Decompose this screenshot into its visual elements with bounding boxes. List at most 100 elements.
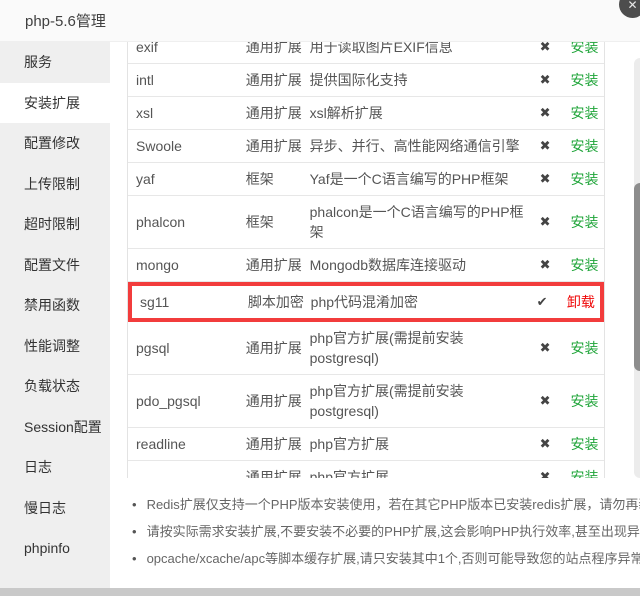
extension-type: 通用扩展 xyxy=(246,249,310,281)
extension-type: 通用扩展 xyxy=(246,428,310,460)
extension-description: Mongodb数据库连接驱动 xyxy=(310,249,526,281)
sidebar-item-log[interactable]: 日志 xyxy=(0,447,110,488)
table-row: yaf 框架 Yaf是一个C语言编写的PHP框架 ✖ 安装 xyxy=(128,163,604,196)
bullet-icon: • xyxy=(132,518,137,545)
extension-name: yaf xyxy=(128,163,246,195)
extension-description: Yaf是一个C语言编写的PHP框架 xyxy=(310,163,526,195)
extension-name: readline xyxy=(128,428,246,460)
sidebar-item-label: 服务 xyxy=(24,52,52,72)
note-text: 请按实际需求安装扩展,不要安装不必要的PHP扩展,这会影响PHP执行效率,甚至出… xyxy=(147,518,640,545)
sidebar-item-config-file[interactable]: 配置文件 xyxy=(0,245,110,286)
extension-description: 提供国际化支持 xyxy=(310,64,526,96)
not-installed-cross-icon: ✖ xyxy=(540,42,551,54)
extension-type: 脚本加密 xyxy=(248,286,311,318)
not-installed-cross-icon: ✖ xyxy=(540,257,551,272)
table-row: exif 通用扩展 用于读取图片EXIF信息 ✖ 安装 xyxy=(128,42,604,64)
close-icon: ✕ xyxy=(627,0,637,12)
sidebar: 服务 安装扩展 配置修改 上传限制 超时限制 配置文件 禁用函数 性能调整 负载… xyxy=(0,42,110,588)
sidebar-item-label: 安装扩展 xyxy=(24,93,80,113)
table-row: Swoole 通用扩展 异步、并行、高性能网络通信引擎 ✖ 安装 xyxy=(128,130,604,163)
dialog-header: php-5.6管理 xyxy=(0,0,640,42)
sidebar-item-label: 上传限制 xyxy=(24,174,80,194)
uninstall-button[interactable]: 卸载 xyxy=(567,294,595,310)
extension-name: mongo xyxy=(128,249,246,281)
table-row: pdo_pgsql 通用扩展 php官方扩展(需提前安装postgresql) … xyxy=(128,375,604,428)
sidebar-item-label: 配置修改 xyxy=(24,133,80,153)
extension-type: 通用扩展 xyxy=(246,130,310,162)
extension-description: 异步、并行、高性能网络通信引擎 xyxy=(310,130,526,162)
extension-name: Swoole xyxy=(128,130,246,162)
sidebar-item-slow-log[interactable]: 慢日志 xyxy=(0,488,110,529)
extension-description: xsl解析扩展 xyxy=(310,97,526,129)
sidebar-item-session-config[interactable]: Session配置 xyxy=(0,407,110,448)
extension-name: exif xyxy=(128,42,246,63)
sidebar-item-upload-limit[interactable]: 上传限制 xyxy=(0,164,110,205)
table-row: pgsql 通用扩展 php官方扩展(需提前安装postgresql) ✖ 安装 xyxy=(128,322,604,375)
installed-check-icon: ✔ xyxy=(537,294,548,309)
sidebar-item-performance-tuning[interactable]: 性能调整 xyxy=(0,326,110,367)
install-button[interactable]: 安装 xyxy=(571,171,599,187)
sidebar-item-label: Session配置 xyxy=(24,417,102,437)
notes-list: • Redis扩展仅支持一个PHP版本安装使用，若在其它PHP版本已安装redi… xyxy=(132,491,640,572)
sidebar-item-service[interactable]: 服务 xyxy=(0,42,110,83)
sidebar-item-phpinfo[interactable]: phpinfo xyxy=(0,528,110,569)
extension-name: pdo_pgsql xyxy=(128,385,246,417)
install-button[interactable]: 安装 xyxy=(571,42,599,55)
table-row: mongo 通用扩展 Mongodb数据库连接驱动 ✖ 安装 xyxy=(128,249,604,282)
dialog-body: 服务 安装扩展 配置修改 上传限制 超时限制 配置文件 禁用函数 性能调整 负载… xyxy=(0,42,640,588)
sidebar-item-label: 超时限制 xyxy=(24,214,80,234)
extension-description: php官方扩展 xyxy=(310,461,526,478)
install-button[interactable]: 安装 xyxy=(571,72,599,88)
sidebar-item-install-extensions[interactable]: 安装扩展 xyxy=(0,83,110,124)
extension-description: php官方扩展 xyxy=(310,428,526,460)
extension-type: 通用扩展 xyxy=(246,332,310,364)
not-installed-cross-icon: ✖ xyxy=(540,72,551,87)
sidebar-item-load-status[interactable]: 负载状态 xyxy=(0,366,110,407)
not-installed-cross-icon: ✖ xyxy=(540,436,551,451)
content-area: exif 通用扩展 用于读取图片EXIF信息 ✖ 安装 intl 通用扩展 提供… xyxy=(110,42,640,588)
install-button[interactable]: 安装 xyxy=(571,138,599,154)
install-button[interactable]: 安装 xyxy=(571,436,599,452)
note-text: opcache/xcache/apc等脚本缓存扩展,请只安装其中1个,否则可能导… xyxy=(147,545,640,572)
extension-description: 用于读取图片EXIF信息 xyxy=(310,42,526,63)
table-row: xsl 通用扩展 xsl解析扩展 ✖ 安装 xyxy=(128,97,604,130)
install-button[interactable]: 安装 xyxy=(571,340,599,356)
install-button[interactable]: 安装 xyxy=(571,105,599,121)
not-installed-cross-icon: ✖ xyxy=(540,469,551,478)
sidebar-item-label: phpinfo xyxy=(24,540,70,556)
extension-name: sg11 xyxy=(132,286,248,318)
table-row: 通用扩展 php官方扩展 ✖ 安装 xyxy=(128,461,604,478)
extension-name xyxy=(128,471,246,478)
extension-type: 通用扩展 xyxy=(246,461,310,478)
note-text: Redis扩展仅支持一个PHP版本安装使用，若在其它PHP版本已安装redis扩… xyxy=(147,491,640,518)
bullet-icon: • xyxy=(132,545,137,572)
sidebar-item-label: 性能调整 xyxy=(24,336,80,356)
sidebar-item-label: 配置文件 xyxy=(24,255,80,275)
note-item: • opcache/xcache/apc等脚本缓存扩展,请只安装其中1个,否则可… xyxy=(132,545,640,572)
scrollbar-thumb[interactable] xyxy=(634,183,640,371)
scrollbar-track[interactable] xyxy=(634,58,640,478)
table-row: readline 通用扩展 php官方扩展 ✖ 安装 xyxy=(128,428,604,461)
install-button[interactable]: 安装 xyxy=(571,214,599,230)
extension-name: xsl xyxy=(128,97,246,129)
table-row: intl 通用扩展 提供国际化支持 ✖ 安装 xyxy=(128,64,604,97)
extension-name: intl xyxy=(128,64,246,96)
extension-type: 通用扩展 xyxy=(246,64,310,96)
install-button[interactable]: 安装 xyxy=(571,393,599,409)
table-row: sg11 脚本加密 php代码混淆加密 ✔ 卸载 xyxy=(128,282,604,322)
sidebar-item-label: 禁用函数 xyxy=(24,295,80,315)
table-row: phalcon 框架 phalcon是一个C语言编写的PHP框架 ✖ 安装 xyxy=(128,196,604,249)
sidebar-item-timeout-limit[interactable]: 超时限制 xyxy=(0,204,110,245)
extension-description: php官方扩展(需提前安装postgresql) xyxy=(310,322,526,374)
sidebar-item-disabled-functions[interactable]: 禁用函数 xyxy=(0,285,110,326)
not-installed-cross-icon: ✖ xyxy=(540,393,551,408)
note-item: • 请按实际需求安装扩展,不要安装不必要的PHP扩展,这会影响PHP执行效率,甚… xyxy=(132,518,640,545)
install-button[interactable]: 安装 xyxy=(571,469,599,478)
sidebar-item-label: 慢日志 xyxy=(24,498,66,518)
extension-name: phalcon xyxy=(128,206,246,238)
sidebar-item-label: 负载状态 xyxy=(24,376,80,396)
install-button[interactable]: 安装 xyxy=(571,257,599,273)
bullet-icon: • xyxy=(132,491,137,518)
not-installed-cross-icon: ✖ xyxy=(540,214,551,229)
sidebar-item-config-edit[interactable]: 配置修改 xyxy=(0,123,110,164)
